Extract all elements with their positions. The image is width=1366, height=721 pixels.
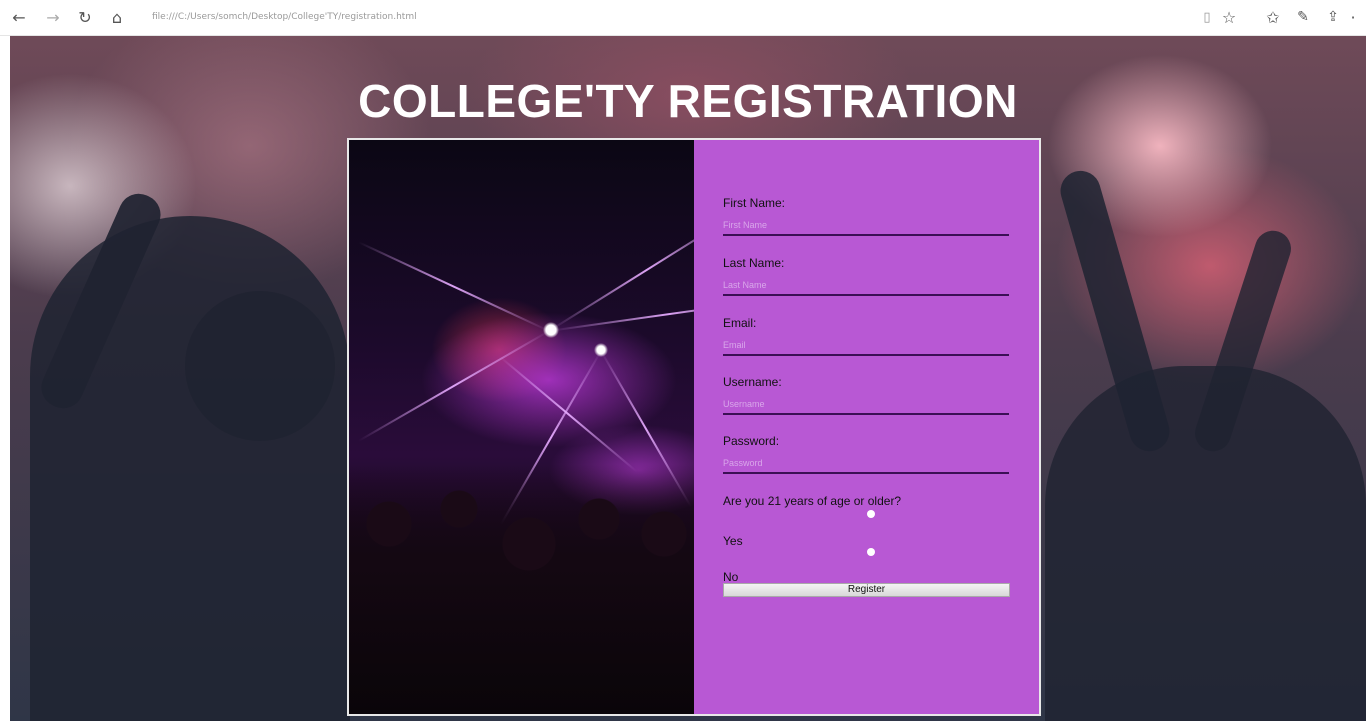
last-name-input[interactable] bbox=[723, 276, 1009, 296]
password-label: Password: bbox=[723, 434, 780, 448]
yes-radio[interactable] bbox=[867, 510, 875, 518]
favorites-list-icon[interactable]: ✩ bbox=[1262, 6, 1284, 28]
light-beam bbox=[548, 296, 694, 332]
registration-card: First Name: Last Name: Email: Username: … bbox=[347, 138, 1041, 716]
register-button[interactable]: Register bbox=[723, 583, 1010, 597]
username-input[interactable] bbox=[723, 395, 1009, 415]
reading-view-icon[interactable]: ▯ bbox=[1196, 6, 1218, 28]
forward-arrow-icon[interactable]: → bbox=[42, 6, 64, 28]
home-icon[interactable]: ⌂ bbox=[106, 6, 128, 28]
light-beam bbox=[357, 330, 550, 442]
email-label: Email: bbox=[723, 316, 757, 330]
share-icon[interactable]: ⇪ bbox=[1322, 6, 1344, 28]
crowd-silhouette-left bbox=[30, 216, 350, 721]
yes-label: Yes bbox=[723, 534, 743, 548]
no-label: No bbox=[723, 570, 739, 584]
more-icon[interactable]: · bbox=[1344, 6, 1362, 28]
address-bar[interactable]: file:///C:/Users/somch/Desktop/College'T… bbox=[152, 12, 417, 22]
first-name-input[interactable] bbox=[723, 216, 1009, 236]
password-input[interactable] bbox=[723, 454, 1009, 474]
first-name-label: First Name: bbox=[723, 196, 786, 210]
last-name-label: Last Name: bbox=[723, 256, 785, 270]
light-beam bbox=[498, 355, 638, 473]
browser-toolbar: ← → ↻ ⌂ file:///C:/Users/somch/Desktop/C… bbox=[0, 0, 1366, 36]
crowd-silhouette-head-left bbox=[185, 291, 335, 441]
light-beam bbox=[358, 241, 550, 332]
concert-photo bbox=[349, 140, 694, 714]
page-background: COLLEGE'TY REGISTRATION First Name: Last… bbox=[10, 36, 1366, 721]
username-label: Username: bbox=[723, 375, 782, 389]
refresh-icon[interactable]: ↻ bbox=[74, 6, 96, 28]
email-input[interactable] bbox=[723, 336, 1009, 356]
favorite-star-icon[interactable]: ☆ bbox=[1218, 6, 1240, 28]
pen-icon[interactable]: ✎ bbox=[1292, 6, 1314, 28]
age-question: Are you 21 years of age or older? bbox=[723, 494, 902, 508]
back-arrow-icon[interactable]: ← bbox=[8, 6, 30, 28]
page-title: COLLEGE'TY REGISTRATION bbox=[358, 75, 1018, 127]
no-radio[interactable] bbox=[867, 548, 875, 556]
concert-crowd bbox=[349, 464, 694, 714]
